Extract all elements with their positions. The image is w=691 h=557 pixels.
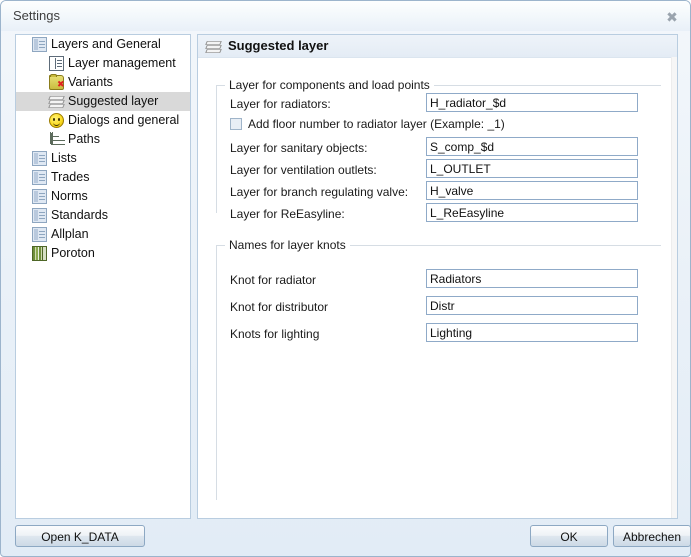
window-icon <box>32 170 47 185</box>
label-knot-radiator: Knot for radiator <box>230 273 317 287</box>
window-icon <box>32 37 47 52</box>
book-icon <box>32 246 47 261</box>
checkbox-add-floor-number[interactable]: Add floor number to radiator layer (Exam… <box>230 117 505 131</box>
sidebar-item-variants[interactable]: Variants <box>16 73 190 92</box>
layers-icon <box>205 39 222 54</box>
sidebar-item-label: Layer management <box>68 56 176 70</box>
folder-delete-icon <box>49 74 65 90</box>
sidebar-item-label: Paths <box>68 132 100 146</box>
input-knots-lighting[interactable] <box>426 323 638 342</box>
sidebar-item-label: Allplan <box>51 227 89 241</box>
open-k-data-button[interactable]: Open K_DATA <box>15 525 145 547</box>
sidebar-item-label: Norms <box>51 189 88 203</box>
sidebar-item-label: Trades <box>51 170 90 184</box>
checkbox-box-icon[interactable] <box>230 118 242 130</box>
label-layer-sanitary-objects: Layer for sanitary objects: <box>230 141 368 155</box>
smiley-icon <box>49 113 64 128</box>
group-title-components: Layer for components and load points <box>225 78 434 92</box>
sidebar-item-label: Poroton <box>51 246 95 260</box>
sidebar-item-standards[interactable]: Standards <box>16 206 190 225</box>
sidebar-item-suggested-layer[interactable]: Suggested layer <box>16 92 190 111</box>
vertical-scrollbar[interactable] <box>671 57 677 518</box>
sidebar-item-label: Suggested layer <box>68 94 159 108</box>
input-layer-radiators[interactable] <box>426 93 638 112</box>
sidebar-item-lists[interactable]: Lists <box>16 149 190 168</box>
label-layer-branch-regulating-valve: Layer for branch regulating valve: <box>230 185 409 199</box>
dialog-client-area: Layers and General Layer management Varian… <box>9 31 691 549</box>
input-layer-ventilation-outlets[interactable] <box>426 159 638 178</box>
sidebar-item-layer-management[interactable]: Layer management <box>16 54 190 73</box>
input-knot-distributor[interactable] <box>426 296 638 315</box>
sidebar-item-dialogs-and-general[interactable]: Dialogs and general <box>16 111 190 130</box>
checkbox-add-floor-number-label: Add floor number to radiator layer (Exam… <box>248 117 505 131</box>
cancel-button[interactable]: Abbrechen <box>613 525 691 547</box>
close-icon[interactable]: ✖ <box>664 9 680 25</box>
panel-header: Suggested layer <box>198 35 677 58</box>
input-layer-sanitary-objects[interactable] <box>426 137 638 156</box>
form-icon <box>49 56 64 71</box>
label-knot-distributor: Knot for distributor <box>230 300 329 314</box>
label-layer-ventilation-outlets: Layer for ventilation outlets: <box>230 163 377 177</box>
window-title: Settings <box>13 8 60 23</box>
sidebar-item-label: Variants <box>68 75 113 89</box>
input-layer-reeasyline[interactable] <box>426 203 638 222</box>
panel-title: Suggested layer <box>228 38 329 53</box>
layers-icon <box>48 94 65 109</box>
input-layer-branch-regulating-valve[interactable] <box>426 181 638 200</box>
input-knot-radiator[interactable] <box>426 269 638 288</box>
settings-dialog: Settings ✖ Layers and General Layer manag… <box>0 0 691 557</box>
sidebar-item-label: Standards <box>51 208 108 222</box>
sidebar-item-norms[interactable]: Norms <box>16 187 190 206</box>
window-icon <box>32 208 47 223</box>
window-icon <box>32 189 47 204</box>
sidebar-item-paths[interactable]: Paths <box>16 130 190 149</box>
sidebar-item-trades[interactable]: Trades <box>16 168 190 187</box>
settings-tree[interactable]: Layers and General Layer management Varian… <box>15 34 191 519</box>
sidebar-item-allplan[interactable]: Allplan <box>16 225 190 244</box>
group-title-knots: Names for layer knots <box>225 238 350 252</box>
content-panel: Suggested layer Layer for components and… <box>197 34 678 519</box>
paths-tree-icon <box>49 132 64 147</box>
label-knots-lighting: Knots for lighting <box>230 327 320 341</box>
label-layer-radiators: Layer for radiators: <box>230 97 331 111</box>
sidebar-item-poroton[interactable]: Poroton <box>16 244 190 263</box>
sidebar-item-label: Dialogs and general <box>68 113 180 127</box>
window-icon <box>32 151 47 166</box>
sidebar-item-label: Layers and General <box>51 37 161 51</box>
ok-button[interactable]: OK <box>530 525 608 547</box>
sidebar-item-label: Lists <box>51 151 77 165</box>
label-layer-reeasyline: Layer for ReEasyline: <box>230 207 345 221</box>
title-bar: Settings ✖ <box>1 1 690 31</box>
sidebar-item-layers-and-general[interactable]: Layers and General <box>16 35 190 54</box>
window-icon <box>32 227 47 242</box>
